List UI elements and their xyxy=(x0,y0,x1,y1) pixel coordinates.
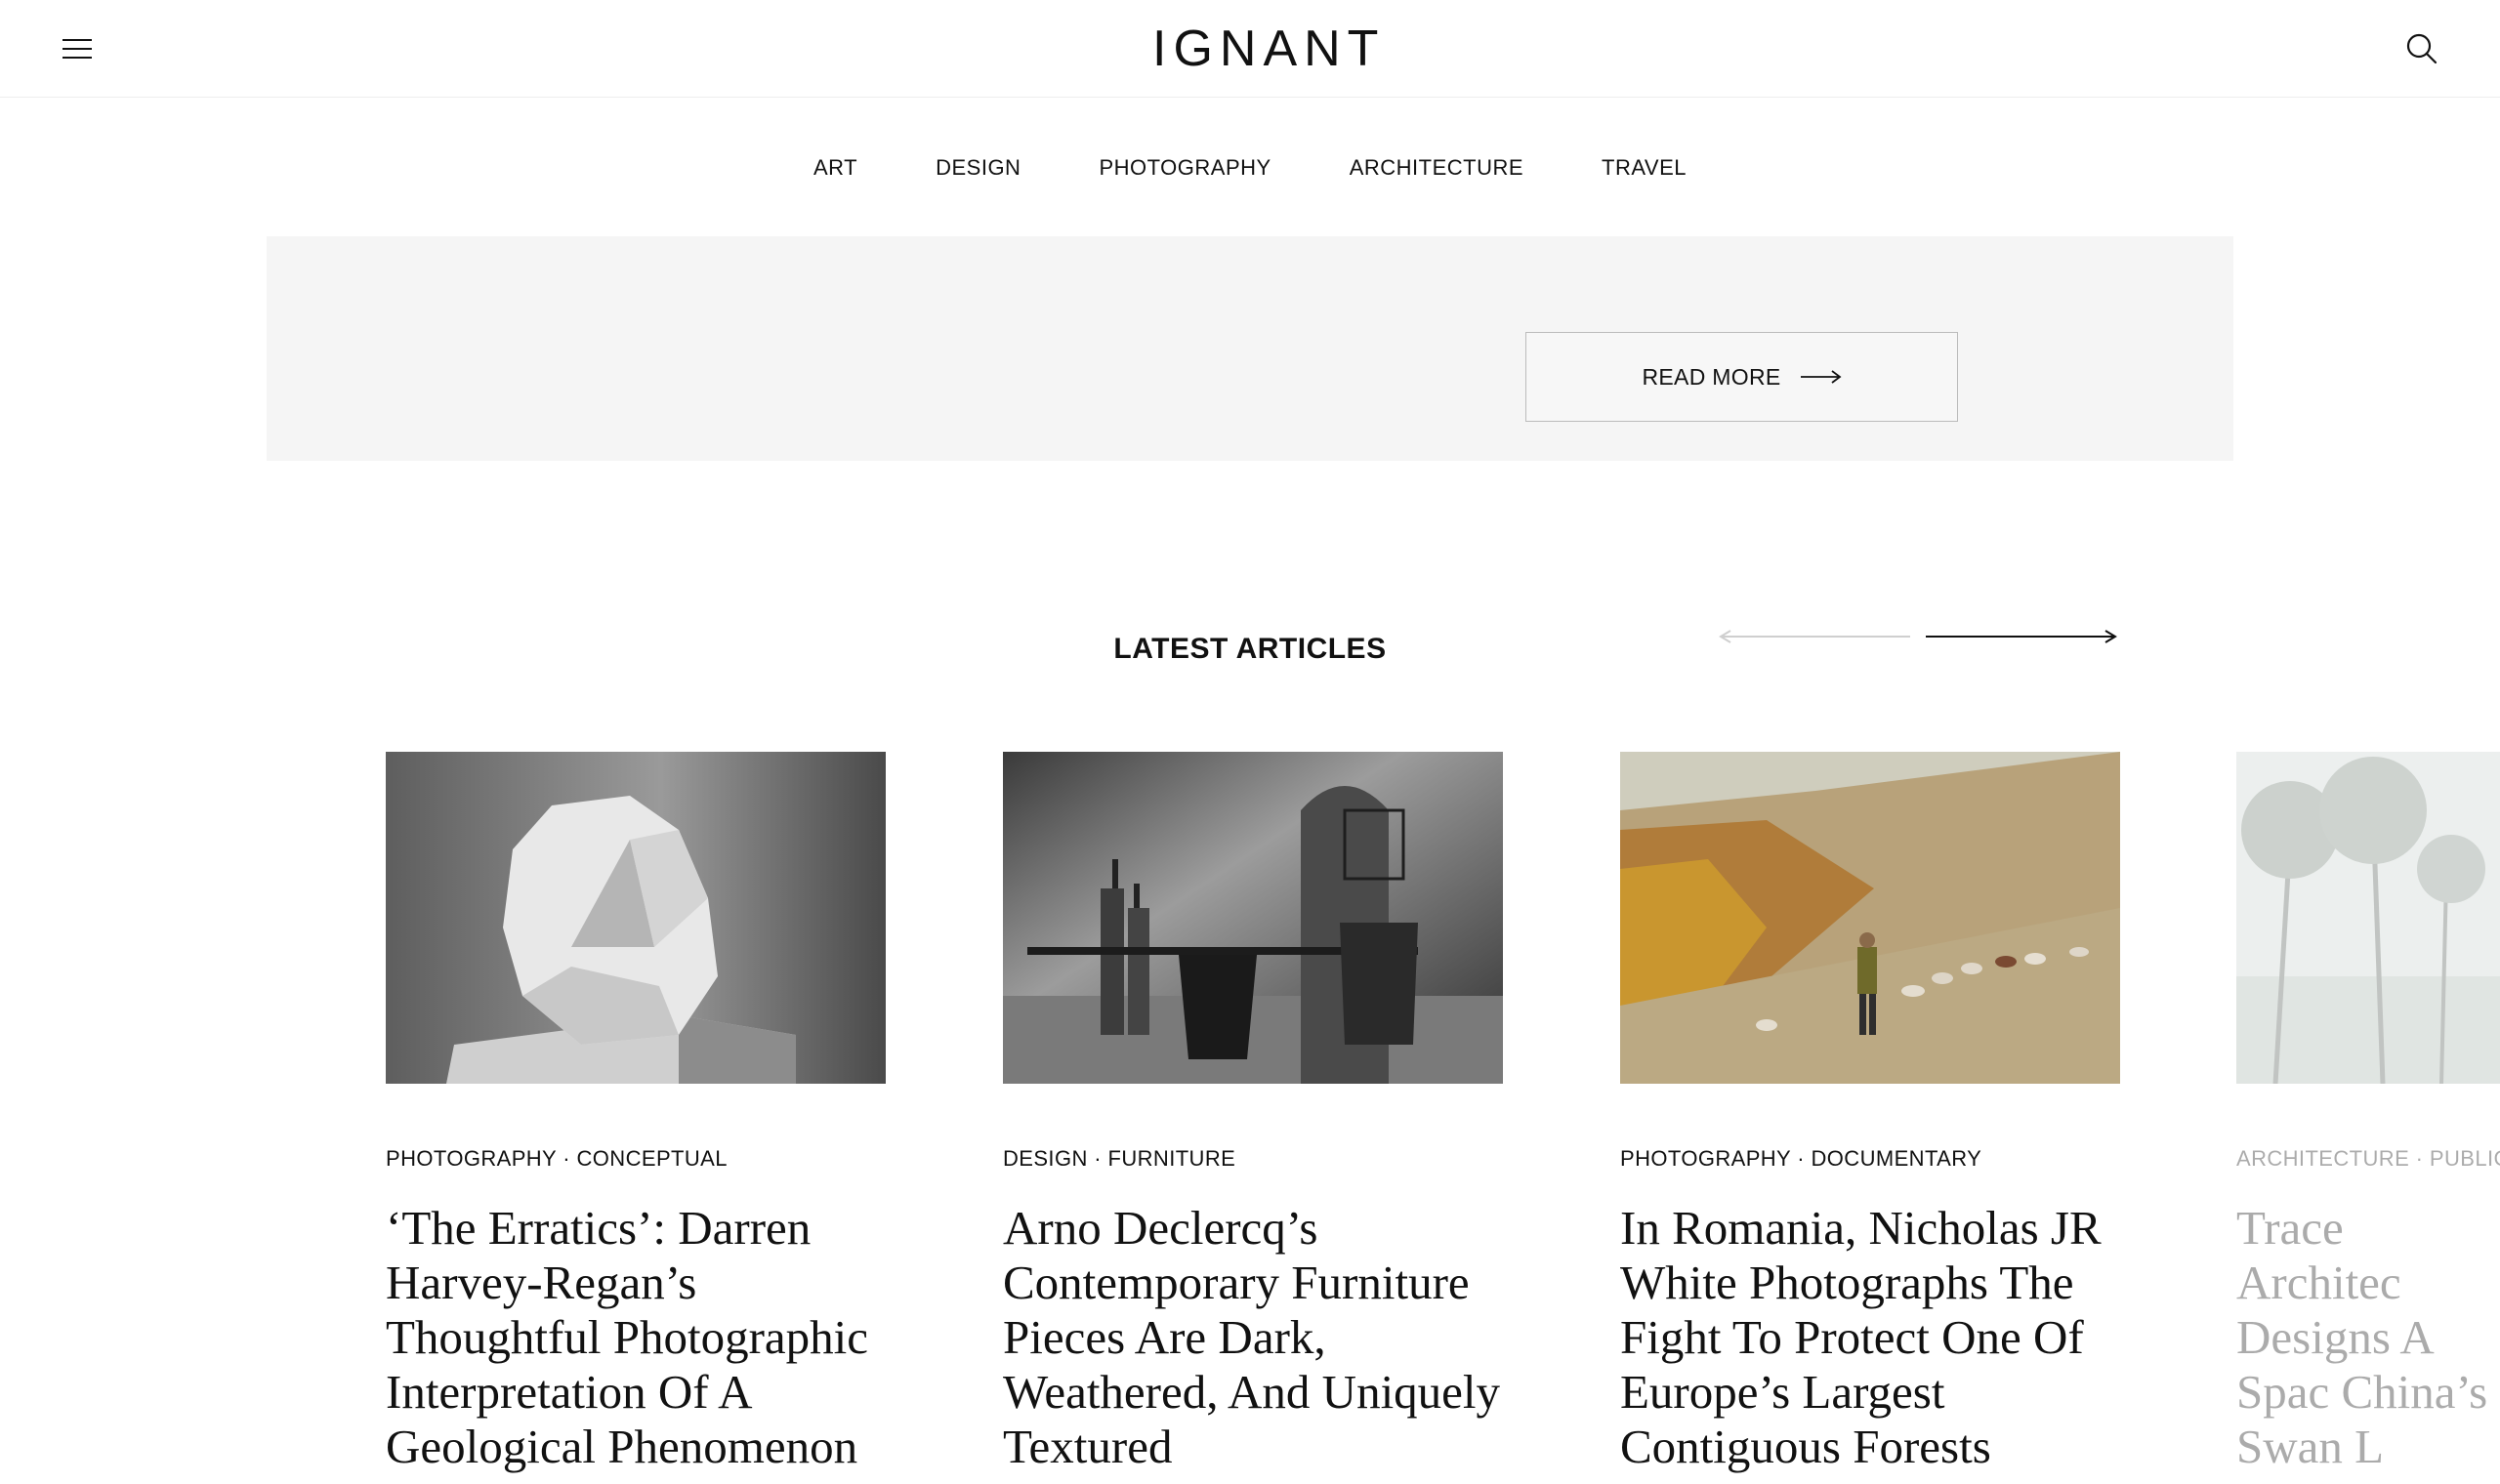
hamburger-menu-icon[interactable] xyxy=(62,35,92,62)
article-card[interactable]: PHOTOGRAPHY · DOCUMENTARY In Romania, Ni… xyxy=(1620,752,2120,1474)
carousel-prev-button[interactable] xyxy=(1719,625,1910,648)
menu-line xyxy=(62,57,92,59)
read-more-button[interactable]: READ MORE xyxy=(1525,332,1958,422)
nav-item-design[interactable]: DESIGN xyxy=(936,146,1021,189)
article-categories[interactable]: PHOTOGRAPHY · DOCUMENTARY xyxy=(1620,1146,2120,1172)
article-image-romania[interactable] xyxy=(1620,752,2120,1084)
nav-item-art[interactable]: ART xyxy=(813,146,857,189)
article-card[interactable]: DESIGN · FURNITURE Arno Declercq’s Conte… xyxy=(1003,752,1503,1474)
article-image-trace-architecture[interactable] xyxy=(2236,752,2500,1084)
section-title: LATEST ARTICLES xyxy=(1113,633,1387,665)
arrow-left-icon xyxy=(1719,630,1910,643)
article-categories[interactable]: PHOTOGRAPHY · CONCEPTUAL xyxy=(386,1146,886,1172)
article-image-erratics[interactable] xyxy=(386,752,886,1084)
article-categories[interactable]: DESIGN · FURNITURE xyxy=(1003,1146,1503,1172)
read-more-label: READ MORE xyxy=(1642,363,1781,390)
top-header: IGNANT xyxy=(0,0,2500,98)
search-icon[interactable] xyxy=(2404,31,2439,66)
site-logo[interactable]: IGNANT xyxy=(1152,18,1378,80)
menu-line xyxy=(62,39,92,41)
arrow-right-icon xyxy=(1800,370,1841,384)
carousel-next-button[interactable] xyxy=(1926,625,2117,648)
article-title[interactable]: Arno Declercq’s Contemporary Furniture P… xyxy=(1003,1201,1503,1474)
arrow-right-icon xyxy=(1926,630,2117,643)
category-nav: ART DESIGN PHOTOGRAPHY ARCHITECTURE TRAV… xyxy=(0,146,2500,189)
search-icon-svg xyxy=(2406,33,2438,64)
article-image-furniture[interactable] xyxy=(1003,752,1503,1084)
menu-line xyxy=(62,48,92,50)
article-card[interactable]: PHOTOGRAPHY · CONCEPTUAL ‘The Erratics’:… xyxy=(386,752,886,1474)
article-title[interactable]: ‘The Erratics’: Darren Harvey-Regan’s Th… xyxy=(386,1201,886,1474)
article-card[interactable]: ARCHITECTURE · PUBLIC SPA Trace Architec… xyxy=(2236,752,2500,1474)
nav-item-architecture[interactable]: ARCHITECTURE xyxy=(1350,146,1523,189)
article-title[interactable]: In Romania, Nicholas JR White Photograph… xyxy=(1620,1201,2120,1474)
nav-item-photography[interactable]: PHOTOGRAPHY xyxy=(1099,146,1271,189)
nav-item-travel[interactable]: TRAVEL xyxy=(1602,146,1687,189)
article-categories[interactable]: ARCHITECTURE · PUBLIC SPA xyxy=(2236,1146,2500,1172)
article-title[interactable]: Trace Architec Designs A Spac China’s Sw… xyxy=(2236,1201,2500,1474)
